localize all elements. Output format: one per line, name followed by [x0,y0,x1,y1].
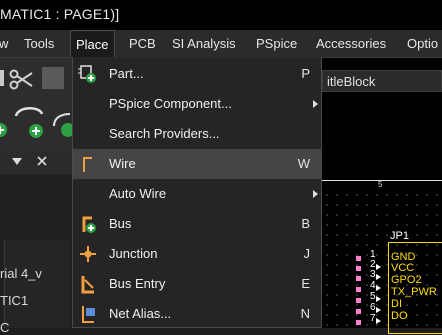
menu-accessories[interactable]: Accessories [316,36,386,51]
pin-marker [356,309,361,314]
menu-item-part[interactable]: Part... P [73,59,322,89]
chevron-down-icon[interactable] [12,158,22,166]
toolbar-icons-row2 [0,107,75,138]
pin-number: 5 [370,291,376,302]
menu-item-wire[interactable]: Wire W [73,149,322,179]
menu-item-label: Bus [109,216,132,231]
close-icon[interactable] [37,156,47,166]
pin-7[interactable]: 7 [356,313,386,328]
bus-entry-icon [81,276,94,294]
pin-marker [356,298,361,303]
junction-icon [80,246,96,262]
toolbar [0,58,75,150]
menu-pspice[interactable]: PSpice [256,36,297,51]
pin-marker [356,256,361,261]
pin-name: VCC [391,262,415,274]
wire-icon [83,157,92,172]
menu-item-auto-wire[interactable]: Auto Wire [73,179,322,209]
place-menu: Part... P PSpice Component... Search Pro… [72,57,322,328]
menu-item-label: Bus Entry [109,276,166,291]
menu-item-label: Auto Wire [109,186,167,201]
pin-number: 3 [370,269,376,280]
pin-number: 7 [370,313,376,324]
tree-item-schematic[interactable]: TIC1 [0,293,28,308]
net-alias-icon [82,306,95,323]
panel-header [0,150,72,174]
menu-place[interactable]: Place [70,30,115,57]
arc-icon[interactable] [53,113,75,137]
pin-marker [356,320,361,325]
menu-item-junction[interactable]: Junction J [73,239,322,269]
pin-number: 4 [370,280,376,291]
ruler-label: 5 [378,180,383,189]
pin-marker [356,276,361,281]
pin-marker [356,266,361,271]
pin-arrow [376,264,381,270]
menu-item-search-providers[interactable]: Search Providers... [73,119,322,149]
menu-item-shortcut: W [297,156,310,171]
pin-marker [356,287,361,292]
menu-item-label: PSpice Component... [109,96,232,111]
submenu-arrow-icon [313,100,318,108]
menu-item-shortcut: N [300,306,310,321]
menu-item-bus[interactable]: Bus B [73,209,322,239]
pin-name: DI [391,298,402,310]
menu-item-shortcut: P [301,66,310,81]
menu-item-shortcut: J [303,246,311,261]
pin-name: DO [391,310,408,322]
menu-item-label: Wire [109,156,136,171]
menu-item-label: Part... [109,66,144,81]
menu-item-label: Search Providers... [109,126,220,141]
pin-arrow [376,296,381,302]
menu-pcb[interactable]: PCB [129,36,156,51]
add-wire-icon[interactable] [14,107,44,138]
border-ruler: 5 [322,180,442,189]
menu-item-label: Junction [109,246,158,261]
menu-item-shortcut: E [301,276,310,291]
project-panel: rial 4_v TIC1 C [0,150,72,335]
cut-icon[interactable] [9,69,33,90]
toolbar-row2 [0,100,75,140]
menu-item-pspice-component[interactable]: PSpice Component... [73,89,322,119]
pin-arrow [376,285,381,291]
pin-name: TX_PWR [391,286,437,298]
title-bar: MATIC1 : PAGE1)] [0,0,442,30]
bus-icon [82,216,96,233]
tree-item-design[interactable]: rial 4_v [0,266,42,281]
pin-number: 6 [370,302,376,313]
part-icon [78,65,96,83]
pin-arrow [376,307,381,313]
pin-name: GPO2 [391,274,422,286]
menu-tools[interactable]: Tools [24,36,54,51]
part-reference[interactable]: JP1 [390,230,409,242]
submenu-arrow-icon [313,190,318,198]
menu-bar: w Tools Place PCB SI Analysis PSpice Acc… [0,30,442,58]
titleblock-field[interactable]: itleBlock [322,70,442,92]
menu-item-label: Net Alias... [109,306,172,321]
copy-icon[interactable] [42,67,64,89]
menu-item-bus-entry[interactable]: Bus Entry E [73,269,322,299]
menu-si-analysis[interactable]: SI Analysis [172,36,236,51]
menu-options[interactable]: Optio [407,36,438,51]
toolbar-icons-row1 [0,67,64,90]
menu-item-net-alias[interactable]: Net Alias... N [73,299,322,329]
menu-item-shortcut: B [301,216,310,231]
window-title: MATIC1 : PAGE1)] [0,6,120,22]
project-tree [4,240,69,328]
menu-view[interactable]: w [0,36,8,51]
titleblock-field-value: itleBlock [327,74,376,89]
pin-arrow [376,274,381,280]
pin-arrow [376,318,381,324]
add-part-icon[interactable] [0,123,7,137]
